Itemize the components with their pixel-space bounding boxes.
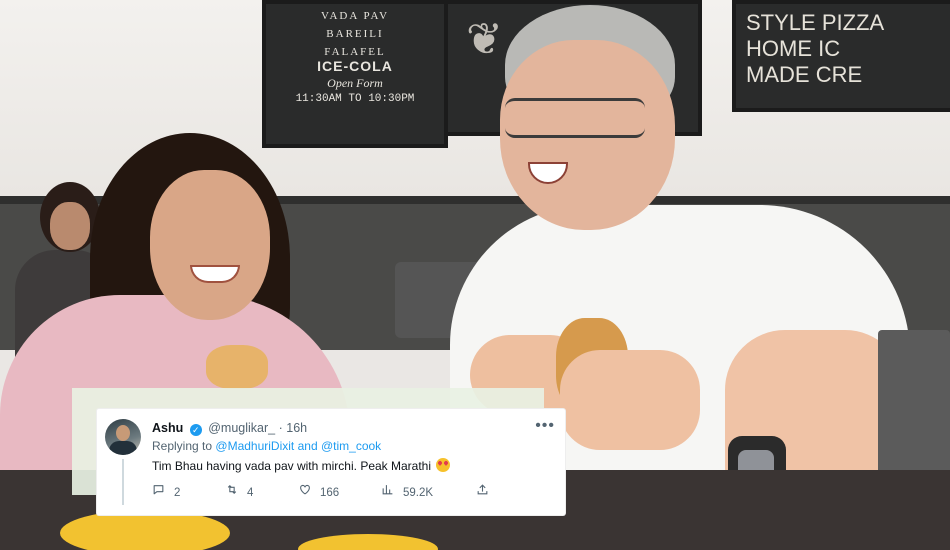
tweet-time[interactable]: 16h xyxy=(286,421,307,435)
tweet-card[interactable]: Ashu ✓ @muglikar_ · 16h ••• Replying to … xyxy=(97,409,565,515)
heart-eyes-emoji-icon xyxy=(436,458,451,472)
replying-to: Replying to @MadhuriDixit and @tim_cook xyxy=(152,439,381,453)
menu-item: BAREILI xyxy=(326,28,384,40)
menu-item: ICE-COLA xyxy=(317,58,393,74)
share-icon xyxy=(476,483,492,499)
tweet-actions: 2 4 166 59.2K xyxy=(152,483,532,499)
more-options-icon[interactable]: ••• xyxy=(535,417,555,435)
views-icon xyxy=(381,483,397,499)
replying-label: Replying to xyxy=(152,439,213,453)
verified-badge-icon: ✓ xyxy=(189,424,202,436)
retweet-button[interactable]: 4 xyxy=(225,483,253,499)
mention-link[interactable]: @MadhuriDixit xyxy=(215,439,294,453)
retweet-icon xyxy=(225,483,241,499)
avatar[interactable] xyxy=(105,419,141,455)
reply-button[interactable]: 2 xyxy=(152,483,180,499)
reply-count: 2 xyxy=(174,487,181,499)
share-button[interactable] xyxy=(476,483,498,499)
views-button[interactable]: 59.2K xyxy=(381,483,433,499)
menu-item: VADA PAV xyxy=(320,10,390,22)
plate xyxy=(60,510,230,550)
glasses xyxy=(505,98,645,138)
menu-hours: 11:30AM TO 10:30PM xyxy=(295,93,415,105)
display-name[interactable]: Ashu xyxy=(152,421,183,435)
tweet-text-row: Tim Bhau having vada pav with mirchi. Pe… xyxy=(152,458,451,473)
like-button[interactable]: 166 xyxy=(298,483,339,499)
separator-dot: · xyxy=(278,421,283,435)
tweet-header: Ashu ✓ @muglikar_ · 16h xyxy=(152,421,307,436)
replying-and: and xyxy=(297,439,318,453)
tweet-text: Tim Bhau having vada pav with mirchi. Pe… xyxy=(152,459,432,473)
vada-pav xyxy=(206,345,268,389)
heart-icon xyxy=(298,483,314,499)
thread-line xyxy=(122,459,124,505)
reply-icon xyxy=(152,483,168,499)
like-count: 166 xyxy=(320,487,340,499)
views-count: 59.2K xyxy=(403,487,434,499)
mention-link[interactable]: @tim_cook xyxy=(321,439,381,453)
menu-item: Open Form xyxy=(327,76,383,90)
retweet-count: 4 xyxy=(247,487,254,499)
menu-item: FALAFEL xyxy=(324,46,386,58)
user-handle[interactable]: @muglikar_ xyxy=(208,421,275,435)
